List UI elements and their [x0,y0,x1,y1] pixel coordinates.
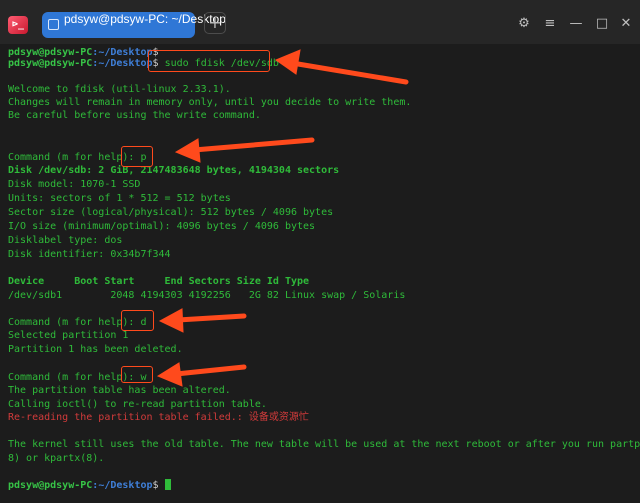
io-size-line: I/O size (minimum/optimal): 4096 bytes /… [8,221,316,232]
disklabel-line: Disklabel type: dos [8,235,123,246]
menu-icon[interactable]: ≡ [541,15,559,33]
kernel-notice-line-2: 8) or kpartx(8). [8,453,105,464]
kernel-notice-line-1: The kernel still uses the old table. The… [8,439,640,450]
welcome-line-3: Be careful before using the write comman… [8,110,261,121]
prompt-user: pdsyw@pdsyw-PC [8,480,93,491]
partition-table-header: Device Boot Start End Sectors Size Id Ty… [8,276,310,287]
table-altered-line: The partition table has been altered. [8,385,231,396]
tab-terminal-icon [48,19,59,30]
terminal-window: ⊳_ pdsyw@pdsyw-PC: ~/Desktop + ⚙ ≡ — □ ✕… [0,0,640,503]
reread-error-line: Re-reading the partition table failed.: … [8,412,309,423]
highlight-box-fdisk [148,50,270,72]
minimize-button[interactable]: — [567,15,585,33]
welcome-line-2: Changes will remain in memory only, unti… [8,97,412,108]
prompt-path: :~/Desktop [92,480,153,491]
tab-desktop[interactable]: pdsyw@pdsyw-PC: ~/Desktop [42,12,226,38]
terminal-output[interactable]: pdsyw@pdsyw-PC:~/Desktop$ pdsyw@pdsyw-PC… [0,44,640,503]
disk-info-line: Disk /dev/sdb: 2 GiB, 2147483648 bytes, … [8,165,340,176]
ioctl-line: Calling ioctl() to re-read partition tab… [8,399,267,410]
tab-label: pdsyw@pdsyw-PC: ~/Desktop [64,12,226,26]
settings-icon[interactable]: ⚙ [515,15,533,33]
title-bar: ⊳_ pdsyw@pdsyw-PC: ~/Desktop + ⚙ ≡ — □ ✕ [0,0,640,44]
partition-deleted-line: Partition 1 has been deleted. [8,344,183,355]
highlight-box-d [121,310,154,331]
units-line: Units: sectors of 1 * 512 = 512 bytes [8,193,231,204]
terminal-app-icon[interactable]: ⊳_ [8,16,28,34]
disk-identifier-line: Disk identifier: 0x34b7f344 [8,249,171,260]
maximize-button[interactable]: □ [593,15,611,33]
selected-partition-line: Selected partition 1 [8,330,129,341]
partition-table-row: /dev/sdb1 2048 4194303 4192256 2G 82 Lin… [8,290,406,301]
prompt-path: :~/Desktop [92,58,153,69]
text-cursor [164,479,171,490]
new-tab-button[interactable]: + [204,12,226,34]
sector-size-line: Sector size (logical/physical): 512 byte… [8,207,334,218]
prompt-user: pdsyw@pdsyw-PC [8,58,93,69]
prompt-symbol: $ [152,480,159,491]
highlight-box-p [121,146,153,167]
disk-model-line: Disk model: 1070-1 SSD [8,179,141,190]
highlight-box-w [121,366,153,383]
welcome-line-1: Welcome to fdisk (util-linux 2.33.1). [8,84,231,95]
close-button[interactable]: ✕ [617,15,635,33]
prompt-line-final: pdsyw@pdsyw-PC:~/Desktop$ [8,479,171,492]
